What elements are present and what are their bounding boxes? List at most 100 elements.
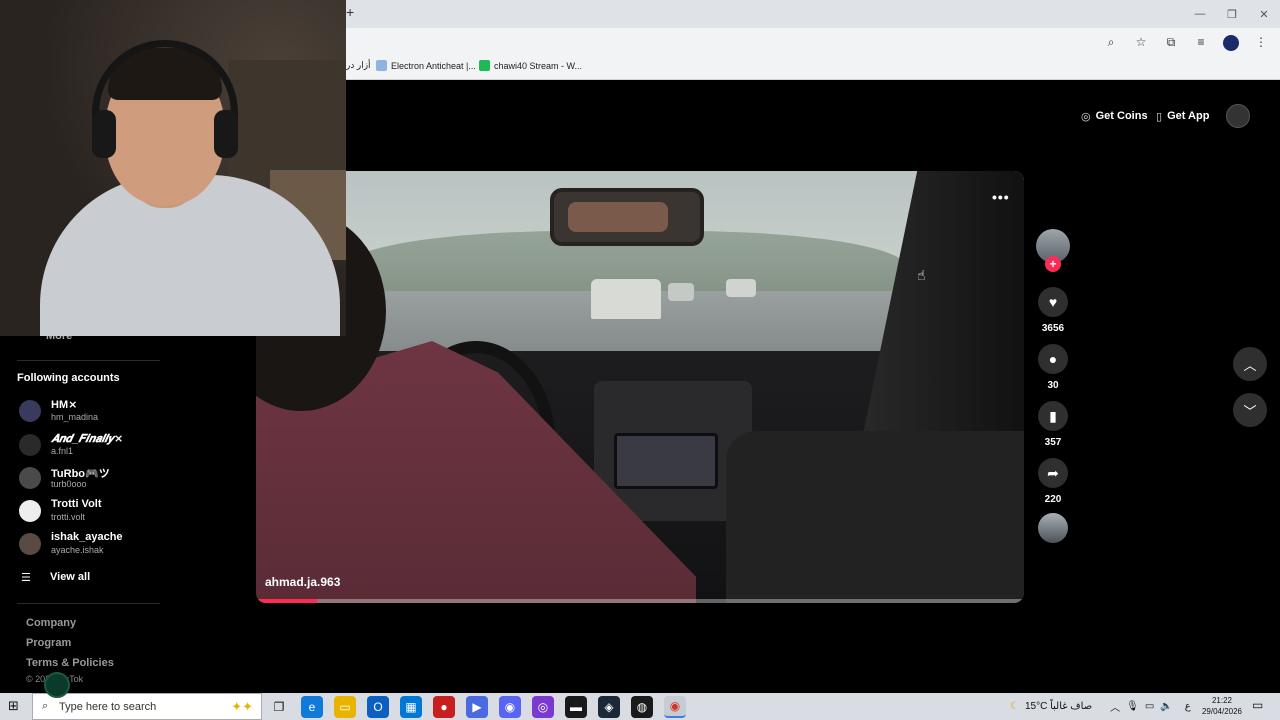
system-tray: ☾ 15°C صاف غالباً ︿ 🎙 ▭ 🔈 ع [1010,693,1191,720]
streamer-badge-icon [44,672,70,698]
account-handle: turb0ooo [51,479,87,489]
windows-start-icon[interactable]: ⊞ [8,698,19,714]
comment-count: 30 [1047,380,1059,391]
tray-chevron-icon[interactable]: ︿ [1110,699,1120,714]
following-account[interactable]: 𝑨𝒏𝒅_𝑭𝒊𝒏𝒂𝒍𝒍𝒚⨯ a.fnl1 [17,432,187,460]
video-progress-bar[interactable] [256,599,1024,603]
bookmark-label: Electron Anticheat |... [391,60,476,71]
search-icon: ⌕ [42,700,49,712]
steam-icon[interactable]: ◈ [598,696,620,718]
edge-icon[interactable]: e [301,696,323,718]
hand-cursor-icon: ☝ [917,267,926,283]
following-account[interactable]: HM⨯ hm_madina [17,398,187,426]
following-account[interactable]: Trotti Volt trotti.volt [17,498,187,526]
comment-button[interactable]: ● [1038,344,1068,374]
video-car [726,279,756,297]
heart-icon: ♥ [1048,294,1058,310]
taskbar-apps: ❐ e ▭ O ▦ ● ▶ ◉ ◎ ▬ ◈ ◍ ◉ [268,696,686,718]
extensions-icon[interactable]: ⧉ [1160,32,1182,52]
share-icon: ➦ [1047,464,1059,481]
video-car [668,283,694,301]
weather-text[interactable]: 15°C صاف غالباً [1025,701,1092,712]
video-mirror [550,188,704,246]
maximize-button[interactable]: ❐ [1216,0,1248,28]
more-options-icon[interactable]: ••• [992,189,1010,205]
chrome-icon[interactable]: ◉ [664,696,686,718]
previous-video-button[interactable]: ︿ [1233,347,1267,381]
weather-icon: ☾ [1010,701,1019,712]
footer-link-program[interactable]: Program [26,637,71,649]
footer-link-terms[interactable]: Terms & Policies [26,657,114,669]
clock-date: 29/04/2026 [1201,707,1243,716]
bookmark-label: أزار در [346,60,371,70]
headset-cup-left [92,110,116,158]
account-name: 𝑨𝒏𝒅_𝑭𝒊𝒏𝒂𝒍𝒍𝒚⨯ [51,433,124,445]
chevron-up-icon: ︿ [1243,357,1257,373]
new-tab-button[interactable]: + [346,4,360,22]
close-button[interactable]: ✕ [1248,0,1280,28]
share-button[interactable]: ➦ [1038,458,1068,488]
minimize-button[interactable]: — [1184,0,1216,28]
obs-icon[interactable]: ◍ [631,696,653,718]
app-icon-purple[interactable]: ◎ [532,696,554,718]
terminal-icon[interactable]: ▬ [565,696,587,718]
save-button[interactable]: ▮ [1038,401,1068,431]
bookmark-item[interactable]: chawi40 Stream - W... [479,60,582,71]
headset-cup-right [214,110,238,158]
view-all-label: View all [50,571,91,583]
bookmark-label: chawi40 Stream - W... [494,60,583,71]
volume-icon[interactable]: 🔈 [1160,701,1172,712]
profile-avatar[interactable] [1226,104,1250,128]
account-name: ishak_ayache [51,531,123,543]
clock[interactable]: 21:22 29/04/2026 [1200,695,1244,717]
following-account[interactable]: ishak_ayache ayache.ishak [17,531,187,559]
menu-icon[interactable]: ⋮ [1250,32,1272,52]
store-icon[interactable]: ▦ [400,696,422,718]
task-view-icon[interactable]: ❐ [268,696,290,718]
view-all-button[interactable]: ☰ View all [17,570,167,586]
save-count: 357 [1044,437,1062,448]
language-indicator[interactable]: ع [1185,701,1191,712]
profile-icon[interactable] [1220,32,1242,52]
microphone-icon[interactable]: 🎙 [1126,701,1139,712]
media-icon[interactable]: ≡ [1190,32,1212,52]
app-icon-red[interactable]: ● [433,696,455,718]
toolbar-icons: ⌕ ☆ ⧉ ≡ ⋮ [1100,32,1272,52]
network-icon[interactable]: ▭ [1145,701,1154,712]
search-placeholder: Type here to search [59,701,157,713]
discord-icon[interactable]: ◉ [499,696,521,718]
avatar [19,500,41,522]
follow-plus-icon[interactable]: + [1045,256,1061,272]
avatar [19,400,41,422]
file-explorer-icon[interactable]: ▭ [334,696,356,718]
divider [17,360,160,361]
taskbar-search[interactable]: ⌕ Type here to search ✦✦ [32,693,262,720]
account-name: HM⨯ [51,399,78,411]
like-button[interactable]: ♥ [1038,287,1068,317]
star-icon[interactable]: ☆ [1130,32,1152,52]
sparkle-icon: ✦✦ [231,699,253,714]
get-app-button[interactable]: ▯ Get App [1156,104,1209,128]
video-username[interactable]: ahmad.ja.963 [265,575,340,589]
video-seat [726,431,1024,603]
next-video-button[interactable]: ﹀ [1233,393,1267,427]
footer-link-company[interactable]: Company [26,617,76,629]
following-account[interactable]: TuRbo🎮ツ turb0ooo [17,465,187,493]
screen: + — ❐ ✕ ⌕ ☆ ⧉ ≡ ⋮ أزار در Electron Antic… [0,0,1280,720]
video-mirror-reflection [568,202,668,232]
zoom-icon[interactable]: ⌕ [1100,32,1122,52]
bookmark-item[interactable]: Electron Anticheat |... [376,60,476,71]
kick-icon [479,60,490,71]
outlook-icon[interactable]: O [367,696,389,718]
app-icon-blue[interactable]: ▶ [466,696,488,718]
music-disc-icon[interactable] [1038,513,1068,543]
notification-icon[interactable]: ▭ [1252,698,1263,712]
coin-icon: ◎ [1081,110,1091,123]
get-coins-button[interactable]: ◎ Get Coins [1081,104,1148,128]
avatar [19,434,41,456]
bookmark-item[interactable]: أزار در [346,60,371,71]
video-player[interactable]: ••• ahmad.ja.963 [256,171,1024,603]
taskbar: ⊞ ⌕ Type here to search ✦✦ ❐ e ▭ O ▦ ● ▶… [0,693,1280,720]
video-infotainment-screen [614,433,718,489]
get-coins-label: Get Coins [1095,110,1148,122]
